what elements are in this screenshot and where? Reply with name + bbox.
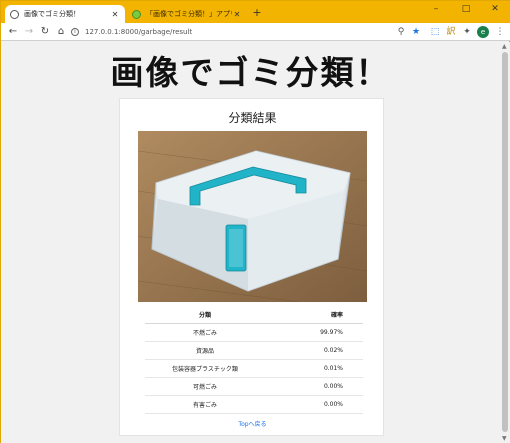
page-title: 画像でゴミ分類！ (110, 53, 391, 92)
tab-current[interactable]: 画像でゴミ分類！ ✕ (5, 5, 125, 23)
page-viewport: 画像でゴミ分類！ 分類結果 分類 確率 不燃ごみ 99.97% 資源品 0.02… (1, 42, 500, 443)
tab-title: 「画像でゴミ分類！」アプリ作成日誌 (146, 10, 232, 18)
new-tab-button[interactable]: + (250, 6, 264, 19)
tab-strip: 画像でゴミ分類！ ✕ 「画像でゴミ分類！」アプリ作成日誌 ✕ + – □ ✕ (1, 1, 510, 23)
column-header-probability: 確率 (265, 306, 363, 324)
menu-icon[interactable]: ⋮ (494, 26, 506, 38)
scroll-up-icon[interactable]: ▲ (502, 43, 507, 50)
puzzle-icon[interactable]: ✦ (461, 26, 473, 38)
category-cell: 不燃ごみ (145, 323, 265, 342)
url-text: 127.0.0.1:8000/garbage/result (85, 28, 193, 36)
table-header-row: 分類 確率 (145, 306, 363, 324)
probability-cell: 99.97% (265, 323, 363, 342)
tab-blog[interactable]: 「画像でゴミ分類！」アプリ作成日誌 ✕ (127, 5, 247, 23)
probability-cell: 0.01% (265, 359, 363, 378)
category-cell: 資源品 (145, 341, 265, 360)
maximize-button[interactable]: □ (451, 2, 481, 16)
vertical-scrollbar[interactable]: ▲ ▼ (500, 42, 510, 443)
close-window-button[interactable]: ✕ (480, 2, 510, 16)
probability-cell: 0.00% (265, 395, 363, 414)
category-cell: 可燃ごみ (145, 377, 265, 396)
scrollbar-thumb[interactable] (502, 52, 508, 432)
category-cell: 包装容器プラスチック類 (145, 359, 265, 378)
browser-window: 画像でゴミ分類！ ✕ 「画像でゴミ分類！」アプリ作成日誌 ✕ + – □ ✕ ←… (0, 0, 510, 443)
globe-icon (10, 9, 19, 19)
minimize-button[interactable]: – (421, 2, 451, 16)
results-table: 分類 確率 不燃ごみ 99.97% 資源品 0.02% 包装容器プラスチック類 (145, 306, 363, 414)
home-icon[interactable]: ⌂ (54, 25, 68, 39)
extension-icon[interactable]: 訳 (445, 26, 457, 38)
close-icon[interactable]: ✕ (110, 10, 120, 19)
column-header-category: 分類 (145, 306, 265, 324)
site-icon (132, 9, 141, 19)
bookmark-star-icon[interactable]: ★ (410, 26, 422, 38)
profile-avatar[interactable]: e (477, 26, 489, 38)
info-icon[interactable]: i (71, 28, 79, 36)
address-bar[interactable]: i 127.0.0.1:8000/garbage/result (71, 25, 431, 39)
probability-cell: 0.02% (265, 341, 363, 360)
close-icon[interactable]: ✕ (232, 10, 242, 19)
table-row: 資源品 0.02% (145, 341, 363, 360)
tab-title: 画像でゴミ分類！ (24, 10, 80, 18)
table-row: 有害ごみ 0.00% (145, 395, 363, 414)
translate-icon[interactable]: ⬚ (429, 26, 441, 38)
probability-cell: 0.00% (265, 377, 363, 396)
card-title: 分類結果 (228, 111, 277, 125)
category-cell: 有害ごみ (145, 395, 265, 414)
classified-photo (138, 131, 367, 302)
search-icon[interactable]: ⚲ (395, 26, 407, 38)
scroll-down-icon[interactable]: ▼ (502, 435, 507, 442)
forward-arrow-icon[interactable]: → (22, 25, 36, 39)
back-to-top-link[interactable]: Topへ戻る (120, 419, 385, 428)
table-row: 不燃ごみ 99.97% (145, 323, 363, 342)
reload-icon[interactable]: ↻ (38, 25, 52, 39)
result-card: 分類結果 分類 確率 不燃ごみ 99.97% 資源品 0.02% 包装容器プラス… (119, 98, 384, 436)
back-arrow-icon[interactable]: ← (6, 25, 20, 39)
table-row: 可燃ごみ 0.00% (145, 377, 363, 396)
browser-toolbar: ← → ↻ ⌂ i 127.0.0.1:8000/garbage/result … (1, 23, 510, 41)
table-row: 包装容器プラスチック類 0.01% (145, 359, 363, 378)
